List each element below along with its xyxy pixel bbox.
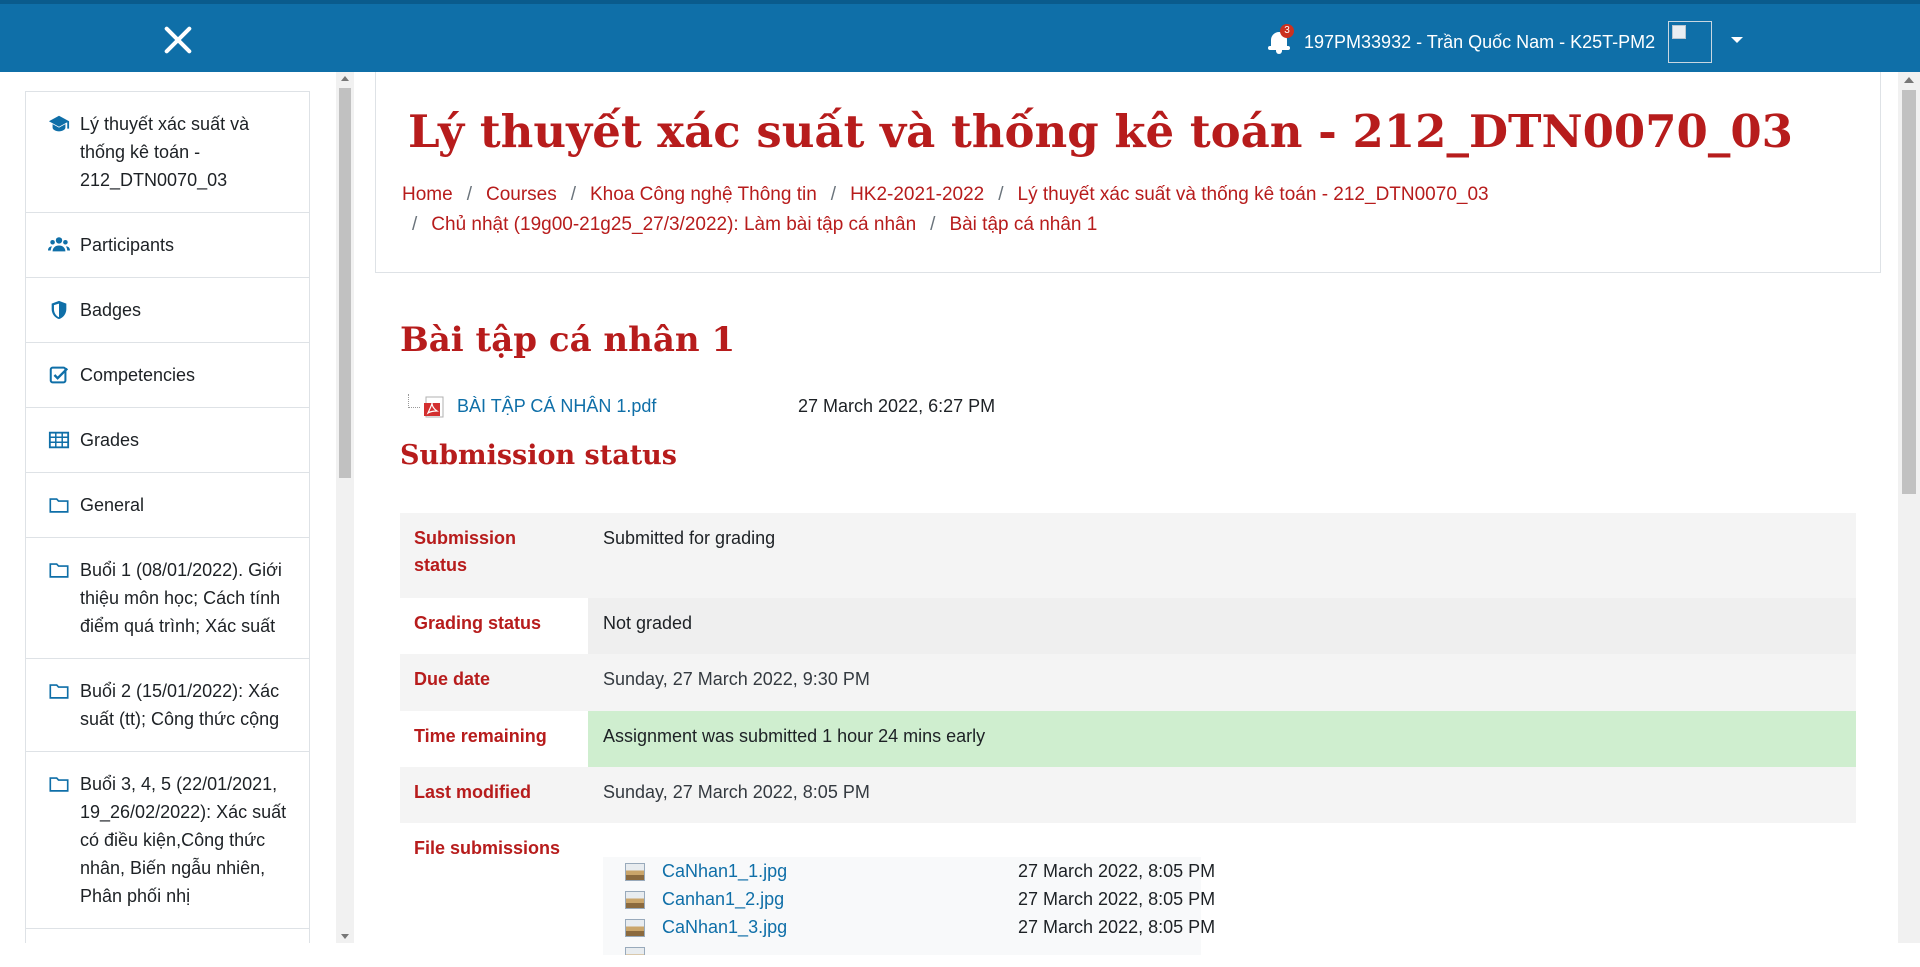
breadcrumb-separator: / xyxy=(930,214,936,235)
page-scroll-thumb[interactable] xyxy=(1902,90,1916,494)
nav-item-label: Competencies xyxy=(80,365,196,385)
breadcrumb-separator: / xyxy=(412,214,418,235)
scroll-up-arrow-icon[interactable] xyxy=(341,76,349,81)
folder-icon xyxy=(46,556,72,584)
row-label: File submissions xyxy=(414,838,561,858)
close-drawer-icon[interactable] xyxy=(160,22,196,58)
row-label: Due date xyxy=(414,669,491,689)
nav-item-label: Buổi 3, 4, 5 (22/01/2021, 19_26/02/2022)… xyxy=(80,774,287,906)
shield-icon xyxy=(46,296,72,324)
nav-item-label: General xyxy=(80,495,145,515)
course-title: Lý thuyết xác suất và thống kê toán - 21… xyxy=(408,105,1793,158)
table-row: Grading status Not graded xyxy=(400,598,1856,654)
nav-item-label: Buổi 2 (15/01/2022): Xác suất (tt); Công… xyxy=(80,681,280,729)
file-submission-list: CaNhan1_1.jpg 27 March 2022, 8:05 PM Can… xyxy=(603,857,1215,955)
file-link[interactable]: Canhan1_2.jpg xyxy=(662,885,784,913)
nav-item-participants[interactable]: Participants xyxy=(26,213,309,278)
nav-item-session-1[interactable]: Buổi 1 (08/01/2022). Giới thiệu môn học;… xyxy=(26,538,309,659)
nav-item-course[interactable]: Lý thuyết xác suất và thống kê toán - 21… xyxy=(26,92,309,213)
nav-item-label: Participants xyxy=(80,235,175,255)
submission-status-table: Submission status Submitted for grading … xyxy=(400,513,1856,967)
nav-item-grades[interactable]: Grades xyxy=(26,408,309,473)
due-date-value: Sunday, 27 March 2022, 9:30 PM xyxy=(603,669,870,689)
graduation-cap-icon xyxy=(46,110,72,138)
nav-item-label: Badges xyxy=(80,300,142,320)
breadcrumb-section[interactable]: Chủ nhật (19g00-21g25_27/3/2022): Làm bà… xyxy=(431,214,916,235)
breadcrumb-separator: / xyxy=(466,184,472,205)
file-date: 27 March 2022, 8:05 PM xyxy=(1018,861,1216,881)
nav-item-general[interactable]: General xyxy=(26,473,309,538)
folder-icon xyxy=(46,491,72,519)
grading-status-value: Not graded xyxy=(588,598,1856,654)
file-submissions-cell: CaNhan1_1.jpg 27 March 2022, 8:05 PM Can… xyxy=(588,823,1856,967)
user-avatar[interactable] xyxy=(1668,21,1712,63)
notification-count-badge: 3 xyxy=(1280,24,1294,38)
nav-item-session-3-5[interactable]: Buổi 3, 4, 5 (22/01/2021, 19_26/02/2022)… xyxy=(26,752,309,929)
table-row: Submission status Submitted for grading xyxy=(400,513,1856,598)
file-date: 27 March 2022, 8:05 PM xyxy=(1018,889,1216,909)
nav-item-label: Buổi 1 (08/01/2022). Giới thiệu môn học;… xyxy=(80,560,282,636)
list-item: CaNhan1_3.jpg 27 March 2022, 8:05 PM xyxy=(625,913,1215,941)
breadcrumb-home[interactable]: Home xyxy=(402,184,453,205)
users-icon xyxy=(46,231,72,259)
nav-item-badges[interactable]: Badges xyxy=(26,278,309,343)
table-row: File submissions CaNhan1_1.jpg 27 March … xyxy=(400,823,1856,967)
list-item xyxy=(625,941,1181,955)
list-item: CaNhan1_1.jpg 27 March 2022, 8:05 PM xyxy=(625,857,1215,885)
breadcrumb-term[interactable]: HK2-2021-2022 xyxy=(850,184,984,205)
breadcrumb-faculty[interactable]: Khoa Công nghệ Thông tin xyxy=(590,184,817,205)
table-row: Last modified Sunday, 27 March 2022, 8:0… xyxy=(400,767,1856,823)
page-header: Lý thuyết xác suất và thống kê toán - 21… xyxy=(375,72,1881,273)
sidebar-scroll-thumb[interactable] xyxy=(339,88,351,478)
image-file-icon xyxy=(625,947,645,955)
course-nav-drawer: Lý thuyết xác suất và thống kê toán - 21… xyxy=(25,91,310,943)
row-label: Time remaining xyxy=(414,726,547,746)
table-row: Time remaining Assignment was submitted … xyxy=(400,711,1856,767)
sidebar-scrollbar[interactable] xyxy=(336,72,354,943)
breadcrumb-separator: / xyxy=(998,184,1004,205)
image-file-icon xyxy=(625,919,645,937)
user-menu-name[interactable]: 197PM33932 - Trần Quốc Nam - K25T-PM2 xyxy=(1304,30,1655,54)
pdf-icon xyxy=(424,396,444,418)
breadcrumb-courses[interactable]: Courses xyxy=(486,184,557,205)
table-icon xyxy=(46,426,72,454)
page-scrollbar[interactable] xyxy=(1898,72,1920,943)
file-link[interactable]: CaNhan1_1.jpg xyxy=(662,857,787,885)
folder-icon xyxy=(46,770,72,798)
assignment-attachment: BÀI TẬP CÁ NHÂN 1.pdf 27 March 2022, 6:2… xyxy=(408,392,1008,420)
list-item: Canhan1_2.jpg 27 March 2022, 8:05 PM xyxy=(625,885,1215,913)
nav-item-label: Lý thuyết xác suất và thống kê toán - 21… xyxy=(80,114,250,190)
top-navbar: 3 197PM33932 - Trần Quốc Nam - K25T-PM2 xyxy=(0,0,1920,72)
assignment-title: Bài tập cá nhân 1 xyxy=(400,320,736,360)
time-remaining-value: Assignment was submitted 1 hour 24 mins … xyxy=(588,711,1856,767)
row-label: Grading status xyxy=(414,613,542,633)
scroll-up-arrow-icon[interactable] xyxy=(1904,77,1914,83)
tree-connector xyxy=(408,394,420,408)
last-modified-value: Sunday, 27 March 2022, 8:05 PM xyxy=(603,782,870,802)
row-label: Last modified xyxy=(414,782,532,802)
submission-status-heading: Submission status xyxy=(400,440,678,471)
nav-item-session-2[interactable]: Buổi 2 (15/01/2022): Xác suất (tt); Công… xyxy=(26,659,309,752)
scroll-down-arrow-icon[interactable] xyxy=(341,934,349,939)
breadcrumb-separator: / xyxy=(830,184,837,205)
breadcrumb-separator: / xyxy=(570,184,576,205)
submission-status-value: Submitted for grading xyxy=(603,528,776,548)
breadcrumb: Home / Courses / Khoa Công nghệ Thông tin / HK… xyxy=(402,180,1582,240)
nav-item-label: Grades xyxy=(80,430,140,450)
breadcrumb-course[interactable]: Lý thuyết xác suất và thống kê toán - 21… xyxy=(1018,184,1489,205)
folder-icon xyxy=(46,677,72,705)
breadcrumb-assignment[interactable]: Bài tập cá nhân 1 xyxy=(949,214,1097,235)
check-square-icon xyxy=(46,361,72,389)
table-row: Due date Sunday, 27 March 2022, 9:30 PM xyxy=(400,654,1856,711)
file-link[interactable]: CaNhan1_3.jpg xyxy=(662,913,787,941)
attachment-date: 27 March 2022, 6:27 PM xyxy=(798,396,996,416)
row-label: Submission status xyxy=(414,528,517,575)
nav-item-competencies[interactable]: Competencies xyxy=(26,343,309,408)
image-file-icon xyxy=(625,863,645,881)
image-file-icon xyxy=(625,891,645,909)
file-date: 27 March 2022, 8:05 PM xyxy=(1018,917,1216,937)
attachment-link[interactable]: BÀI TẬP CÁ NHÂN 1.pdf xyxy=(457,392,656,420)
user-menu-caret-icon[interactable] xyxy=(1731,37,1743,43)
